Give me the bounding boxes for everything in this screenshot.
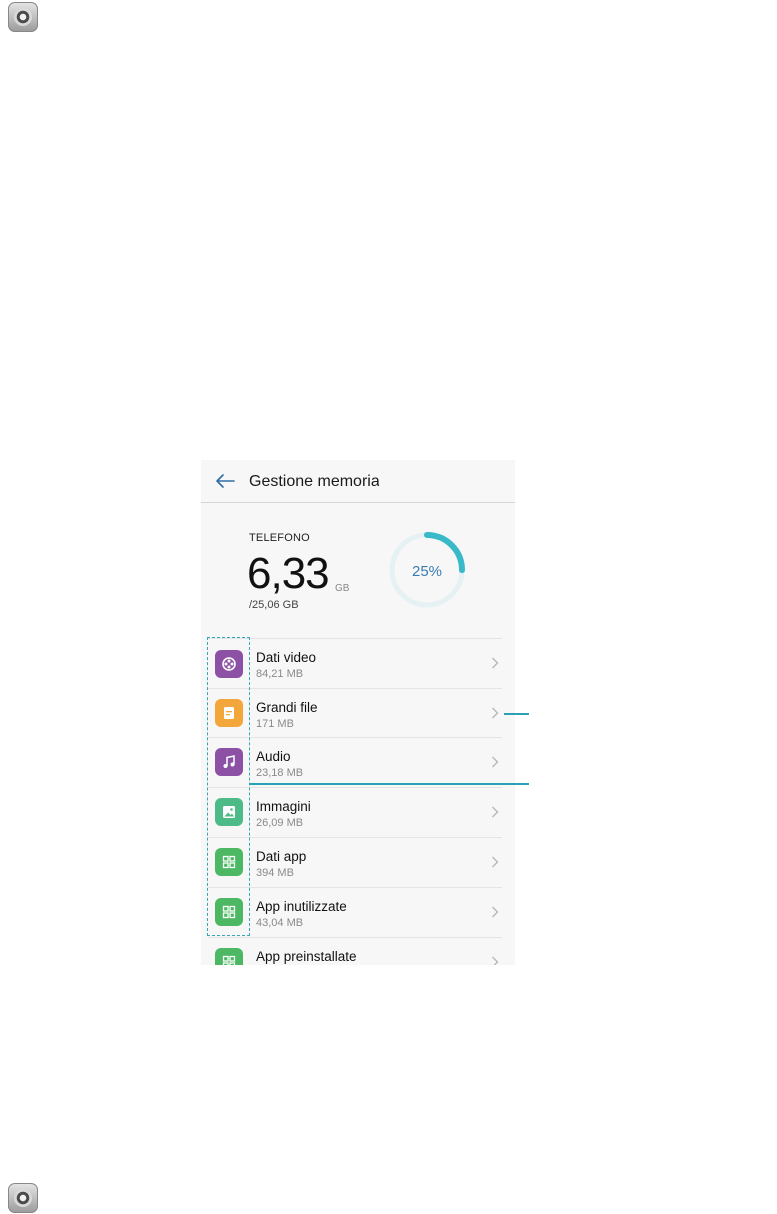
list-item-preinstalled-apps[interactable]: App preinstallate [201,937,515,965]
chevron-right-icon [492,856,499,868]
storage-unit: GB [335,583,350,594]
item-size: 23,18 MB [256,767,304,779]
item-size: 26,09 MB [256,817,304,829]
icon-callout-box [207,637,250,936]
item-size: 171 MB [256,718,294,730]
storage-percent-label: 25% [411,563,443,580]
chevron-right-icon [492,657,499,669]
row-divider [208,638,502,639]
chevron-right-icon [492,906,499,918]
row-divider [208,737,502,738]
storage-total: /25,06 GB [249,599,299,611]
item-title: App preinstallate [256,949,357,964]
back-arrow-icon[interactable] [215,473,235,489]
chevron-right-icon [492,806,499,818]
app-logo-bottom [8,1183,38,1213]
storage-used-value: 6,33 [247,549,330,598]
item-size: 394 MB [256,867,294,879]
page-title: Gestione memoria [249,473,379,490]
item-title: Dati app [256,849,307,864]
row-divider [208,688,502,689]
storage-label: TELEFONO [249,532,310,544]
app-logo-top [8,2,38,32]
callout-line-lower [250,783,529,785]
item-size: 43,04 MB [256,917,304,929]
row-divider [208,937,502,938]
app-bar: Gestione memoria [201,460,515,503]
row-divider [208,837,502,838]
item-title: Grandi file [256,700,318,715]
item-title: App inutilizzate [256,899,347,914]
row-divider [208,787,502,788]
row-divider [208,887,502,888]
chevron-right-icon [492,707,499,719]
chevron-right-icon [492,756,499,768]
item-title: Dati video [256,650,317,665]
item-title: Immagini [256,799,311,814]
item-size: 84,21 MB [256,668,304,680]
item-title: Audio [256,749,291,764]
apps-grid-icon [215,948,243,965]
callout-line-upper [504,713,529,715]
chevron-right-icon [492,956,499,965]
